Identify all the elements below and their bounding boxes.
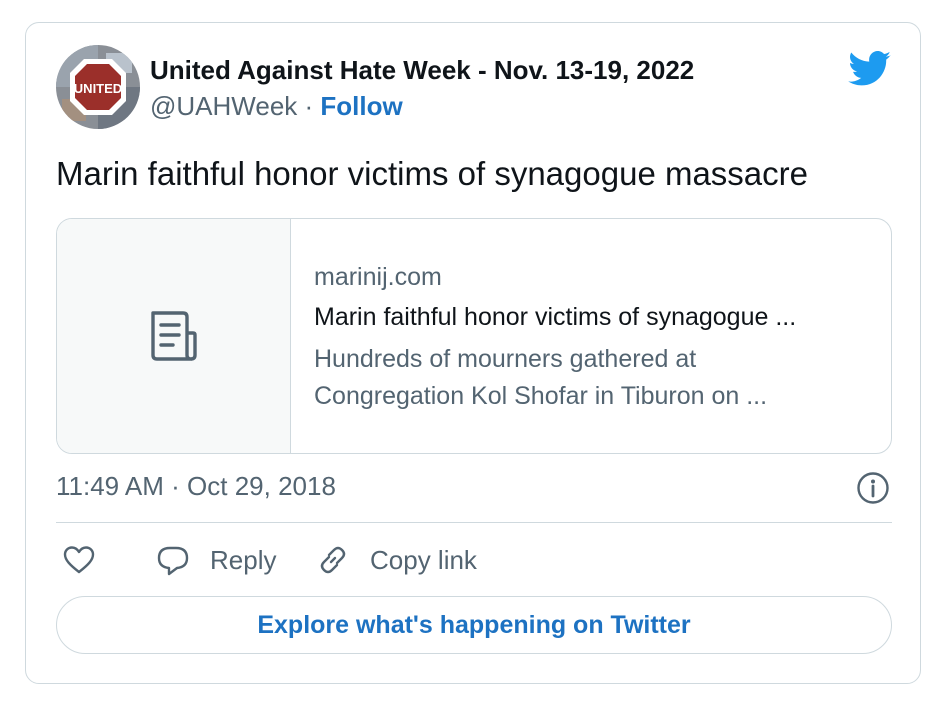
copy-link-label: Copy link <box>370 544 477 575</box>
tweet-text: Marin faithful honor victims of synagogu… <box>56 155 809 192</box>
reply-button[interactable]: Reply <box>156 543 276 577</box>
avatar-logo-text: UNITED <box>74 81 122 96</box>
link-preview-card[interactable]: marinij.com Marin faithful honor victims… <box>56 218 892 454</box>
link-description: Hundreds of mourners gathered at Congreg… <box>314 341 767 415</box>
info-icon[interactable] <box>856 471 890 505</box>
link-domain: marinij.com <box>314 263 442 291</box>
link-thumbnail <box>57 219 291 453</box>
reply-label: Reply <box>210 544 277 575</box>
link-description-line-2: Congregation Kol Shofar in Tiburon on ..… <box>314 382 768 410</box>
link-title: Marin faithful honor victims of synagogu… <box>314 303 797 331</box>
divider <box>56 522 892 523</box>
reply-bubble-icon <box>157 546 189 576</box>
link-description-line-1: Hundreds of mourners gathered at <box>314 345 697 373</box>
handle-row: @UAHWeek · Follow <box>150 91 403 122</box>
follow-link[interactable]: Follow <box>320 91 402 121</box>
tweet-embed-card: UNITED United Against Hate Week - Nov. 1… <box>25 22 921 684</box>
tweet-timestamp[interactable]: 11:49 AM · Oct 29, 2018 <box>56 471 336 502</box>
copy-link-button[interactable]: Copy link <box>316 543 477 577</box>
document-icon <box>151 311 197 361</box>
separator-dot: · <box>304 91 314 121</box>
explore-twitter-button[interactable]: Explore what's happening on Twitter <box>56 596 892 654</box>
heart-icon <box>63 546 95 574</box>
like-button[interactable] <box>62 543 96 577</box>
twitter-bird-icon[interactable] <box>848 51 892 87</box>
author-handle[interactable]: @UAHWeek <box>150 91 297 121</box>
avatar[interactable]: UNITED <box>56 45 140 129</box>
author-name[interactable]: United Against Hate Week - Nov. 13-19, 2… <box>150 55 694 86</box>
link-chain-icon <box>320 546 346 574</box>
